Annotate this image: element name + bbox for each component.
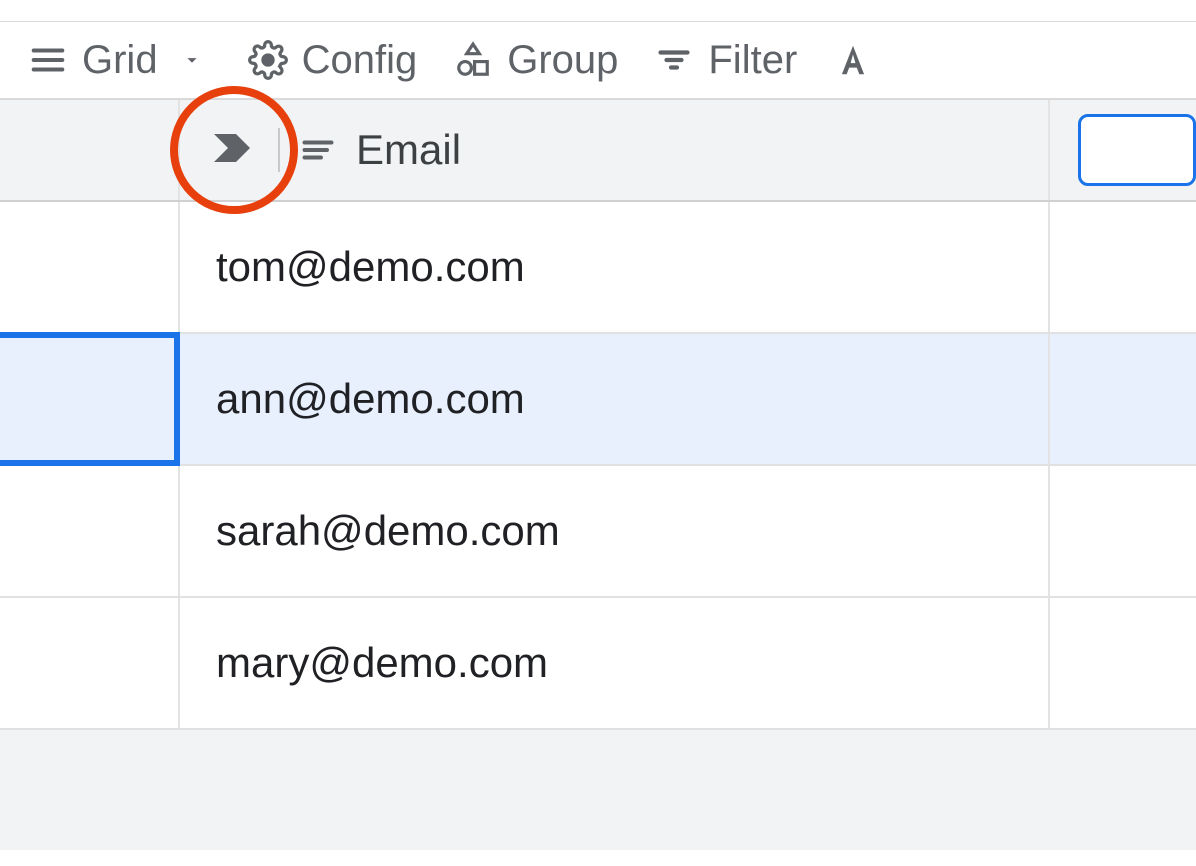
letter-a-icon: [833, 40, 873, 80]
config-button[interactable]: Config: [248, 38, 418, 83]
filter-label: Filter: [708, 38, 797, 83]
next-cell[interactable]: [1050, 466, 1196, 596]
email-cell[interactable]: sarah@demo.com: [180, 466, 1050, 596]
gear-icon: [248, 40, 288, 80]
row-gutter[interactable]: [0, 466, 180, 596]
table-row[interactable]: sarah@demo.com: [0, 466, 1196, 598]
column-separator[interactable]: [278, 128, 280, 172]
email-value: ann@demo.com: [216, 375, 525, 423]
next-cell[interactable]: [1050, 334, 1196, 464]
group-button[interactable]: Group: [453, 38, 618, 83]
view-switch-button[interactable]: Grid: [28, 38, 212, 83]
top-spacer: [0, 0, 1196, 22]
caret-down-icon: [172, 40, 212, 80]
email-cell[interactable]: tom@demo.com: [180, 202, 1050, 332]
email-column-label: Email: [356, 126, 461, 174]
active-field-box[interactable]: [1078, 114, 1196, 186]
rows-container: tom@demo.com ann@demo.com sarah@demo.com…: [0, 202, 1196, 730]
text-lines-icon: [298, 130, 338, 170]
email-value: tom@demo.com: [216, 243, 525, 291]
group-label: Group: [507, 38, 618, 83]
row-number-header[interactable]: [0, 100, 180, 200]
email-value: mary@demo.com: [216, 639, 548, 687]
filter-button[interactable]: Filter: [654, 38, 797, 83]
group-shapes-icon: [453, 40, 493, 80]
email-column-header[interactable]: Email: [180, 100, 1050, 200]
row-gutter[interactable]: [0, 202, 180, 332]
next-cell[interactable]: [1050, 598, 1196, 728]
row-gutter-selected[interactable]: [0, 332, 180, 466]
grid-lines-icon: [28, 40, 68, 80]
next-cell[interactable]: [1050, 202, 1196, 332]
app-root: Grid Config: [0, 0, 1196, 866]
config-label: Config: [302, 38, 418, 83]
table-row[interactable]: ann@demo.com: [0, 334, 1196, 466]
filter-icon: [654, 40, 694, 80]
partial-button[interactable]: [833, 40, 873, 80]
table-row[interactable]: tom@demo.com: [0, 202, 1196, 334]
toolbar: Grid Config: [0, 22, 1196, 100]
email-cell[interactable]: ann@demo.com: [180, 334, 1050, 464]
view-switch-label: Grid: [82, 38, 158, 83]
column-header-row: Email: [0, 100, 1196, 202]
table-row[interactable]: mary@demo.com: [0, 598, 1196, 730]
row-gutter[interactable]: [0, 598, 180, 728]
next-column-header[interactable]: [1050, 100, 1196, 200]
email-cell[interactable]: mary@demo.com: [180, 598, 1050, 728]
expand-column-icon[interactable]: [208, 124, 256, 177]
email-value: sarah@demo.com: [216, 507, 560, 555]
empty-area: [0, 730, 1196, 850]
